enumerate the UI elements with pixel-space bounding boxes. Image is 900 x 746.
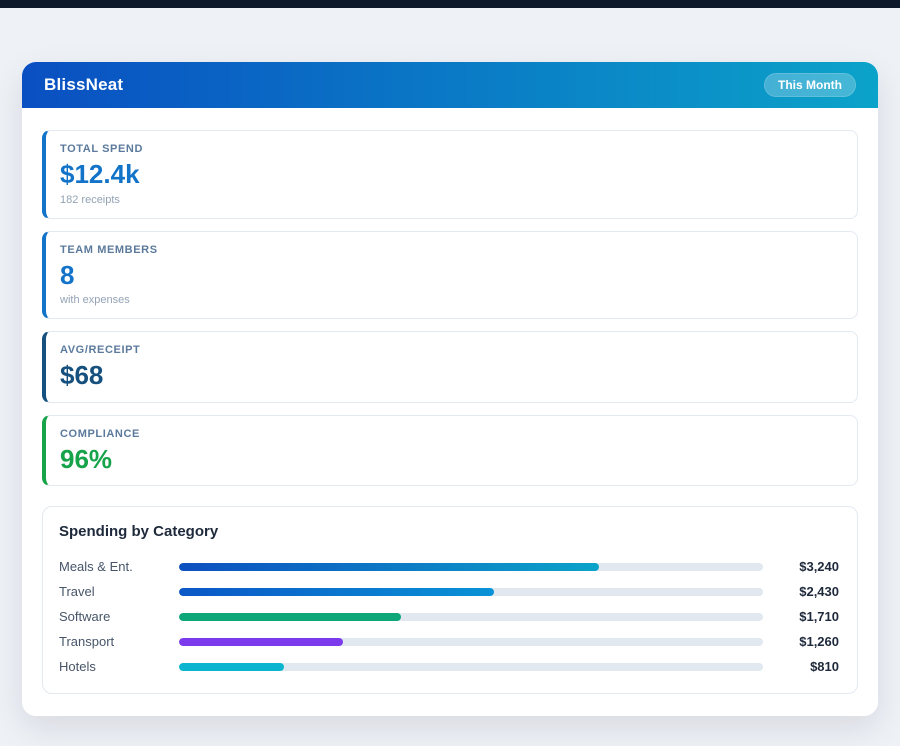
stat-card-compliance: COMPLIANCE 96%	[42, 415, 858, 487]
stat-label: TEAM MEMBERS	[60, 244, 841, 256]
bar-track	[179, 563, 763, 571]
bar-fill-travel	[179, 588, 494, 596]
bar-fill-hotels	[179, 663, 284, 671]
category-row-transport: Transport $1,260	[59, 629, 839, 654]
category-amount: $3,240	[773, 559, 839, 574]
category-amount: $1,710	[773, 609, 839, 624]
stat-value: 96%	[60, 445, 841, 474]
stat-subtext: 182 receipts	[60, 194, 841, 206]
app-title: BlissNeat	[44, 75, 123, 95]
stat-label: TOTAL SPEND	[60, 143, 841, 155]
spending-card-title: Spending by Category	[59, 523, 839, 540]
stat-subtext: with expenses	[60, 294, 841, 306]
app-body: TOTAL SPEND $12.4k 182 receipts TEAM MEM…	[22, 108, 878, 716]
category-label: Software	[59, 609, 169, 624]
bar-track	[179, 588, 763, 596]
category-amount: $1,260	[773, 634, 839, 649]
top-strip	[0, 0, 900, 8]
category-row-hotels: Hotels $810	[59, 654, 839, 679]
category-amount: $810	[773, 659, 839, 674]
category-label: Transport	[59, 634, 169, 649]
category-row-travel: Travel $2,430	[59, 579, 839, 604]
category-label: Travel	[59, 584, 169, 599]
bar-fill-meals	[179, 563, 599, 571]
category-row-software: Software $1,710	[59, 604, 839, 629]
category-row-meals: Meals & Ent. $3,240	[59, 554, 839, 579]
bar-track	[179, 613, 763, 621]
stat-card-total-spend: TOTAL SPEND $12.4k 182 receipts	[42, 130, 858, 219]
category-label: Meals & Ent.	[59, 559, 169, 574]
stat-label: AVG/RECEIPT	[60, 344, 841, 356]
app-header: BlissNeat This Month	[22, 62, 878, 108]
stat-value: 8	[60, 261, 841, 290]
stat-card-team-members: TEAM MEMBERS 8 with expenses	[42, 231, 858, 320]
stat-value: $12.4k	[60, 160, 841, 189]
bar-track	[179, 663, 763, 671]
category-label: Hotels	[59, 659, 169, 674]
stat-value: $68	[60, 361, 841, 390]
bar-fill-software	[179, 613, 401, 621]
spending-by-category-card: Spending by Category Meals & Ent. $3,240…	[42, 506, 858, 694]
category-amount: $2,430	[773, 584, 839, 599]
bar-fill-transport	[179, 638, 343, 646]
bar-track	[179, 638, 763, 646]
stat-label: COMPLIANCE	[60, 428, 841, 440]
dashboard-card: BlissNeat This Month TOTAL SPEND $12.4k …	[22, 62, 878, 716]
period-badge[interactable]: This Month	[764, 73, 856, 97]
stat-card-avg-receipt: AVG/RECEIPT $68	[42, 331, 858, 403]
